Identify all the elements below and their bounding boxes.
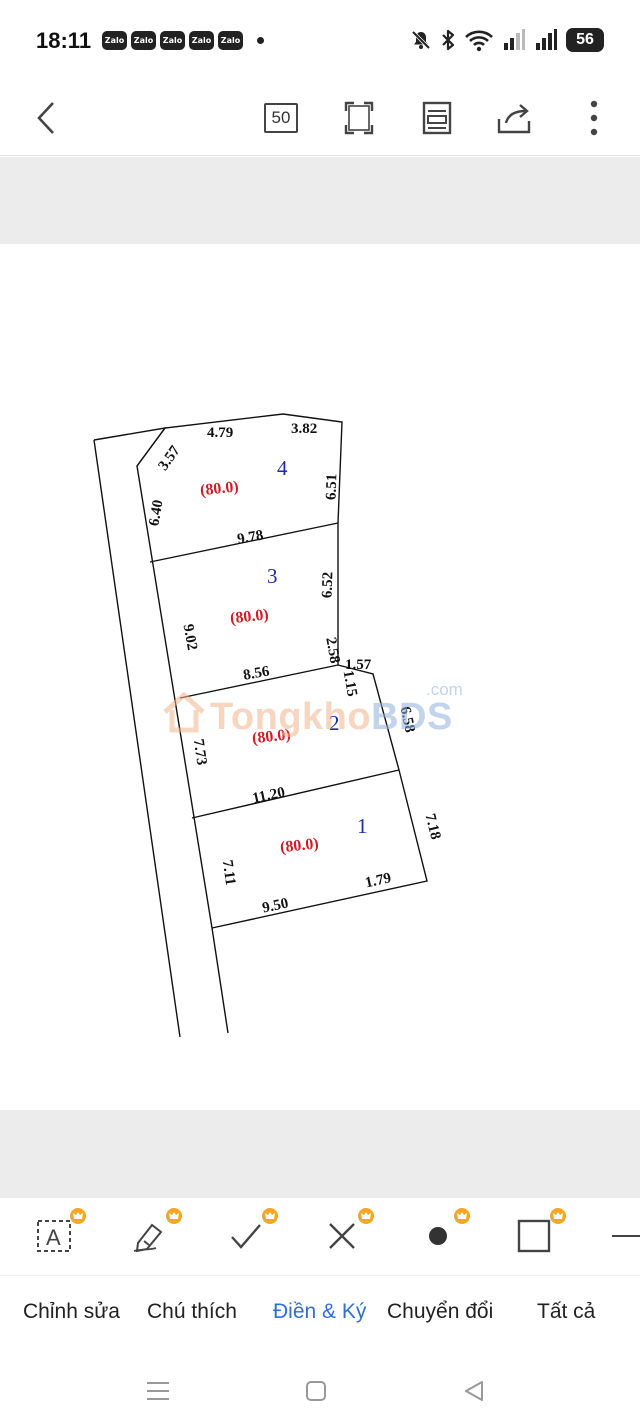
zalo-notification-icon: Zalo: [189, 31, 214, 50]
tab-all[interactable]: Tất cả: [537, 1300, 595, 1324]
premium-crown-icon: [166, 1208, 182, 1224]
dimension-label: 3.82: [291, 421, 317, 437]
cross-icon: [329, 1223, 355, 1249]
menu-lines-icon: [147, 1382, 169, 1400]
zalo-notification-icon: Zalo: [131, 31, 156, 50]
fill-sign-tools: A: [0, 1198, 640, 1276]
lot-area-label: (80.0): [199, 478, 239, 499]
text-box-tool[interactable]: A: [30, 1208, 86, 1256]
page-count-button[interactable]: 50: [255, 92, 307, 144]
cross-tool[interactable]: [318, 1208, 374, 1256]
signal-icon-1: [504, 29, 525, 50]
system-navigation-bar: [0, 1354, 640, 1428]
dimension-label: 4.79: [207, 425, 233, 441]
premium-crown-icon: [550, 1208, 566, 1224]
zalo-notification-icon: Zalo: [102, 31, 127, 50]
notification-icons: Zalo Zalo Zalo Zalo Zalo: [102, 31, 264, 50]
back-nav-button[interactable]: [454, 1376, 494, 1406]
land-plot-plan: 4.79 3.82 3.57 6.40 6.51 9.78 6.52 9.02 …: [93, 413, 444, 1038]
svg-text:A: A: [46, 1225, 61, 1250]
recent-apps-button[interactable]: [138, 1376, 178, 1406]
lot-number: 4: [277, 456, 288, 480]
dimension-label: 7.11: [219, 859, 238, 886]
premium-crown-icon: [454, 1208, 470, 1224]
lot-area-label: (80.0): [279, 835, 319, 856]
dimension-label: 3.57: [155, 443, 183, 474]
check-tool[interactable]: [222, 1208, 278, 1256]
premium-crown-icon: [358, 1208, 374, 1224]
lot-number: 3: [267, 564, 278, 588]
zalo-notification-icon: Zalo: [218, 31, 243, 50]
mode-tabs: Chỉnh sửa Chú thích Điền & Ký Chuyển đổi…: [0, 1276, 640, 1354]
lot-area-label: (80.0): [251, 726, 291, 747]
chevron-left-icon: [37, 102, 54, 134]
battery-indicator: 56: [566, 28, 604, 52]
tab-convert[interactable]: Chuyển đổi: [387, 1300, 493, 1324]
status-time: 18:11: [36, 28, 92, 53]
more-options-button[interactable]: [568, 92, 620, 144]
dot-icon: [429, 1227, 447, 1245]
status-bar: 18:11 Zalo Zalo Zalo Zalo Zalo 56: [0, 0, 640, 80]
dimension-label: 2.58: [322, 636, 342, 665]
dimension-label: 7.18: [422, 812, 444, 841]
viewer-gap-top: [0, 157, 640, 244]
dot-tool[interactable]: [414, 1208, 470, 1256]
fullscreen-icon: [344, 101, 374, 135]
tab-edit[interactable]: Chỉnh sửa: [23, 1300, 120, 1324]
viewer-gap-bottom: [0, 1110, 640, 1198]
dimension-label: 6.58: [397, 705, 418, 734]
dimension-label: 1.79: [364, 870, 393, 891]
dimension-label: 11.20: [251, 784, 287, 806]
top-toolbar: 50: [0, 80, 640, 156]
rectangle-icon: [517, 1219, 551, 1253]
zalo-notification-icon: Zalo: [160, 31, 185, 50]
dimension-label: 6.52: [320, 572, 337, 599]
line-tool[interactable]: [606, 1216, 640, 1256]
pen-icon: [133, 1223, 163, 1253]
square-home-icon: [306, 1381, 326, 1401]
lot-number: 2: [329, 711, 340, 735]
bluetooth-icon: [442, 29, 455, 51]
tab-fill-sign[interactable]: Điền & Ký: [273, 1300, 366, 1324]
mute-icon: [411, 30, 431, 50]
share-icon: [497, 104, 531, 134]
more-vertical-icon: [590, 100, 598, 136]
signature-tool[interactable]: [126, 1208, 182, 1256]
text-box-icon: A: [37, 1220, 71, 1252]
dimension-label: 6.40: [146, 499, 166, 528]
share-button[interactable]: [489, 92, 541, 144]
dimension-label: 9.02: [180, 623, 200, 652]
dimension-label: 1.15: [340, 669, 360, 698]
dimension-label: 8.56: [242, 663, 271, 683]
system-icons: 56: [410, 28, 604, 52]
tab-annotate[interactable]: Chú thích: [147, 1300, 237, 1324]
dimension-label: 9.50: [261, 895, 290, 916]
back-button[interactable]: [20, 92, 72, 144]
home-button[interactable]: [296, 1376, 336, 1406]
dimension-label: 6.51: [324, 473, 341, 500]
premium-crown-icon: [262, 1208, 278, 1224]
lot-number: 1: [357, 814, 368, 838]
signal-icon-2: [536, 29, 557, 50]
check-icon: [231, 1224, 261, 1249]
page-layout-button[interactable]: [411, 92, 463, 144]
premium-crown-icon: [70, 1208, 86, 1224]
fullscreen-button[interactable]: [333, 92, 385, 144]
triangle-back-icon: [465, 1381, 483, 1401]
line-icon: [612, 1235, 640, 1237]
rectangle-tool[interactable]: [510, 1208, 566, 1256]
page-count: 50: [264, 103, 298, 133]
dimension-label: 9.78: [236, 528, 265, 548]
document-page[interactable]: 4.79 3.82 3.57 6.40 6.51 9.78 6.52 9.02 …: [0, 244, 640, 1110]
document-layout-icon: [422, 101, 452, 135]
more-notifications-dot: [257, 37, 264, 44]
dimension-label: 7.73: [190, 738, 209, 766]
wifi-icon: [465, 30, 493, 52]
lot-area-label: (80.0): [229, 606, 269, 627]
